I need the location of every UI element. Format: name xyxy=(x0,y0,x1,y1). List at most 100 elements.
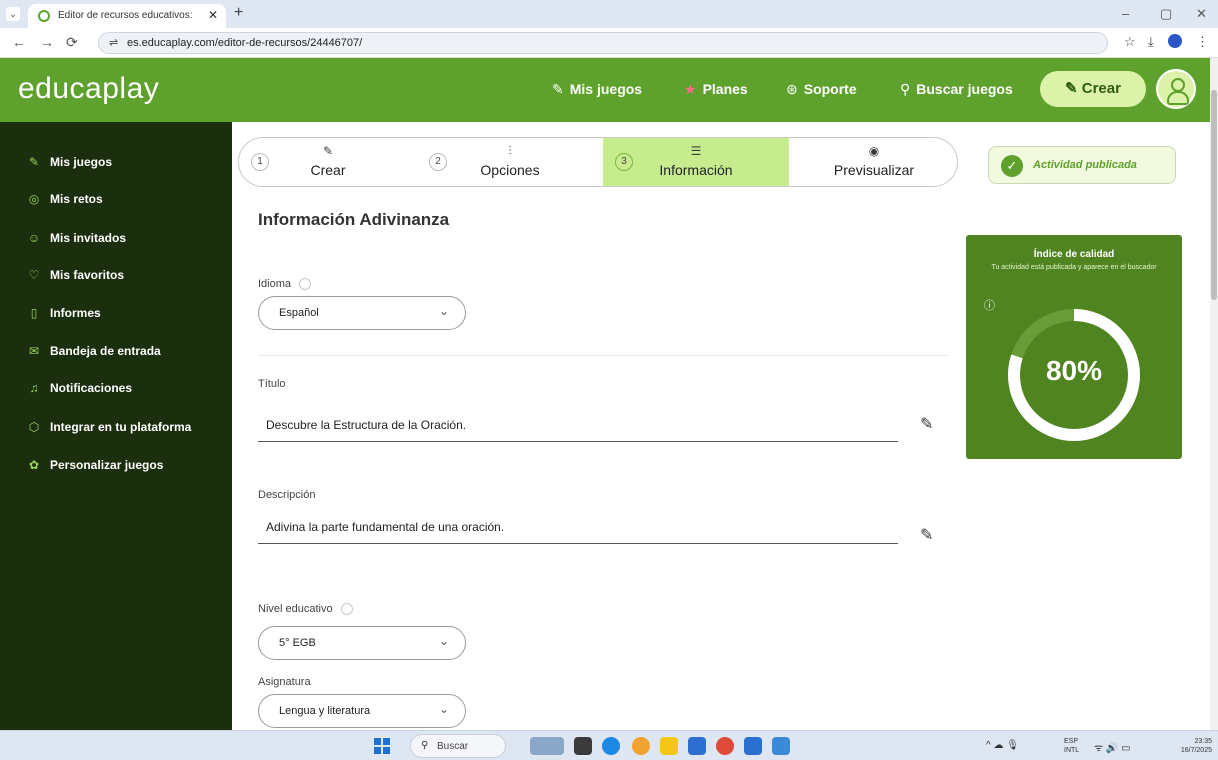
taskbar-search-label: Buscar xyxy=(437,741,469,752)
users-icon: ☺ xyxy=(27,231,41,245)
chrome-icon[interactable] xyxy=(716,737,734,755)
sidebar-item-label: Bandeja de entrada xyxy=(50,344,161,358)
language-label: Idioma xyxy=(258,278,312,291)
page-title: Información Adivinanza xyxy=(258,210,450,229)
editor-stepper: 1 ✎ Crear 2 ⫶ Opciones 3 ☰ Información ◉… xyxy=(238,137,958,187)
back-icon[interactable]: ← xyxy=(12,34,26,50)
minimize-icon[interactable]: – xyxy=(1122,6,1129,21)
sidebar-item-label: Informes xyxy=(50,306,101,320)
star-icon: ★ xyxy=(684,81,697,97)
sidebar-item-mis-invitados[interactable]: ☺ Mis invitados xyxy=(26,231,126,245)
step-label: Opciones xyxy=(480,162,540,178)
level-select[interactable]: 5° EGB ⌄ xyxy=(258,626,466,660)
browser-tab[interactable]: Editor de recursos educativos: ✕ xyxy=(28,4,226,28)
nav-soporte[interactable]: ⊛ Soporte xyxy=(786,81,857,98)
photos-icon[interactable] xyxy=(632,737,650,755)
sidebar-item-label: Integrar en tu plataforma xyxy=(50,420,192,434)
step-informacion[interactable]: 3 ☰ Información xyxy=(603,138,789,186)
browser-profile-icon[interactable] xyxy=(1168,34,1182,48)
edit-pencil-icon[interactable]: ✎ xyxy=(920,525,933,545)
lang-bottom: INTL xyxy=(1064,747,1080,754)
language-select[interactable]: Español ⌄ xyxy=(258,296,466,330)
maximize-icon[interactable]: ▢ xyxy=(1160,6,1172,22)
create-button[interactable]: ✎ Crear xyxy=(1040,71,1146,107)
nav-label: Soporte xyxy=(803,81,857,97)
step-label: Información xyxy=(659,162,733,178)
customize-icon: ✿ xyxy=(28,458,40,472)
new-tab-icon[interactable]: + xyxy=(234,4,243,22)
sliders-icon: ⫶ xyxy=(508,144,512,158)
taskbar-search[interactable]: ⚲ Buscar xyxy=(410,734,506,758)
browser-menu-icon[interactable]: ⋮ xyxy=(1196,34,1209,50)
educaplay-logo[interactable]: educaplay xyxy=(18,72,159,106)
bookmark-star-icon[interactable]: ☆ xyxy=(1124,34,1136,50)
task-view-icon[interactable] xyxy=(574,737,592,755)
subject-label: Asignatura xyxy=(258,676,311,688)
puzzle-icon: ✎ xyxy=(552,81,564,97)
nav-buscar-juegos[interactable]: ⚲ Buscar juegos xyxy=(900,81,1013,98)
nav-label: Planes xyxy=(702,81,748,97)
language-indicator[interactable]: ESP INTL xyxy=(1064,737,1086,755)
edge-icon[interactable] xyxy=(602,737,620,755)
report-icon: ▯ xyxy=(30,306,38,320)
widgets-icon[interactable] xyxy=(530,737,564,755)
sidebar-item-mis-favoritos[interactable]: ♡ Mis favoritos xyxy=(26,268,124,282)
lang-top: ESP xyxy=(1064,738,1079,745)
avatar[interactable] xyxy=(1156,69,1196,109)
system-tray-icons[interactable]: ^ ☁ 🎙 xyxy=(986,740,1019,751)
site-settings-icon[interactable]: ⇌ xyxy=(109,36,118,49)
reload-icon[interactable]: ⟳ xyxy=(66,34,78,51)
clock[interactable]: 23:35 16/7/2025 xyxy=(1160,737,1212,755)
sidebar-item-mis-retos[interactable]: ◎ Mis retos xyxy=(26,192,103,206)
divider xyxy=(258,355,948,356)
mail-app-icon[interactable] xyxy=(744,737,762,755)
url-text: es.educaplay.com/editor-de-recursos/2444… xyxy=(127,37,363,49)
tab-list-icon[interactable]: ⌄ xyxy=(6,7,20,21)
info-icon[interactable]: ⓘ xyxy=(984,297,995,313)
info-icon[interactable] xyxy=(299,278,312,291)
sidebar-item-personalizar[interactable]: ✿ Personalizar juegos xyxy=(26,458,163,472)
mail-icon: ✉ xyxy=(28,344,40,358)
forward-icon[interactable]: → xyxy=(40,34,54,50)
windows-start-icon[interactable] xyxy=(374,738,390,754)
sidebar-item-mis-juegos[interactable]: ✎ Mis juegos xyxy=(26,155,112,169)
close-tab-icon[interactable]: ✕ xyxy=(208,8,218,22)
description-field[interactable]: Adivina la parte fundamental de una orac… xyxy=(258,514,898,544)
title-label: Título xyxy=(258,378,286,390)
sidebar-item-label: Personalizar juegos xyxy=(50,458,164,472)
close-window-icon[interactable]: ✕ xyxy=(1196,6,1207,22)
nav-mis-juegos[interactable]: ✎ Mis juegos xyxy=(552,81,642,98)
step-opciones[interactable]: 2 ⫶ Opciones xyxy=(417,138,603,186)
subject-value: Lengua y literatura xyxy=(279,705,371,717)
subject-select[interactable]: Lengua y literatura ⌄ xyxy=(258,694,466,728)
published-label: Actividad publicada xyxy=(1033,159,1137,171)
step-crear[interactable]: 1 ✎ Crear xyxy=(239,138,417,186)
puzzle-icon: ✎ xyxy=(28,155,40,169)
bell-icon: ♫ xyxy=(29,381,39,395)
eye-icon: ◉ xyxy=(868,144,880,158)
sidebar-item-informes[interactable]: ▯ Informes xyxy=(26,306,101,320)
nav-planes[interactable]: ★ Planes xyxy=(684,81,748,98)
sidebar-item-notificaciones[interactable]: ♫ Notificaciones xyxy=(26,381,133,395)
store-icon[interactable] xyxy=(688,737,706,755)
sidebar-item-integrar[interactable]: ⬡ Integrar en tu plataforma xyxy=(26,420,192,434)
browser-tab-bar: ⌄ Editor de recursos educativos: ✕ + – ▢… xyxy=(0,0,1218,28)
quality-title: Índice de calidad xyxy=(1033,249,1115,260)
search-icon: ⚲ xyxy=(421,740,429,751)
puzzle-icon: ✎ xyxy=(322,144,334,158)
step-previsualizar[interactable]: ◉ Previsualizar xyxy=(789,138,957,186)
sidebar-item-label: Mis juegos xyxy=(50,155,113,169)
scrollbar-thumb[interactable] xyxy=(1211,90,1217,300)
file-explorer-icon[interactable] xyxy=(660,737,678,755)
downloads-icon[interactable]: ⤓ xyxy=(1148,34,1154,50)
sidebar-item-bandeja[interactable]: ✉ Bandeja de entrada xyxy=(26,344,161,358)
title-field[interactable]: Descubre la Estructura de la Oración. xyxy=(258,412,898,442)
url-field[interactable]: ⇌ es.educaplay.com/editor-de-recursos/24… xyxy=(98,32,1108,54)
edit-pencil-icon[interactable]: ✎ xyxy=(920,414,933,434)
language-label-text: Idioma xyxy=(258,278,292,290)
photos-app-icon[interactable] xyxy=(772,737,790,755)
info-icon[interactable] xyxy=(340,603,353,616)
check-icon: ✓ xyxy=(1001,155,1023,177)
create-label: Crear xyxy=(1081,80,1121,97)
network-audio-battery[interactable]: ᯤ 🔊 ▭ xyxy=(1094,740,1131,754)
